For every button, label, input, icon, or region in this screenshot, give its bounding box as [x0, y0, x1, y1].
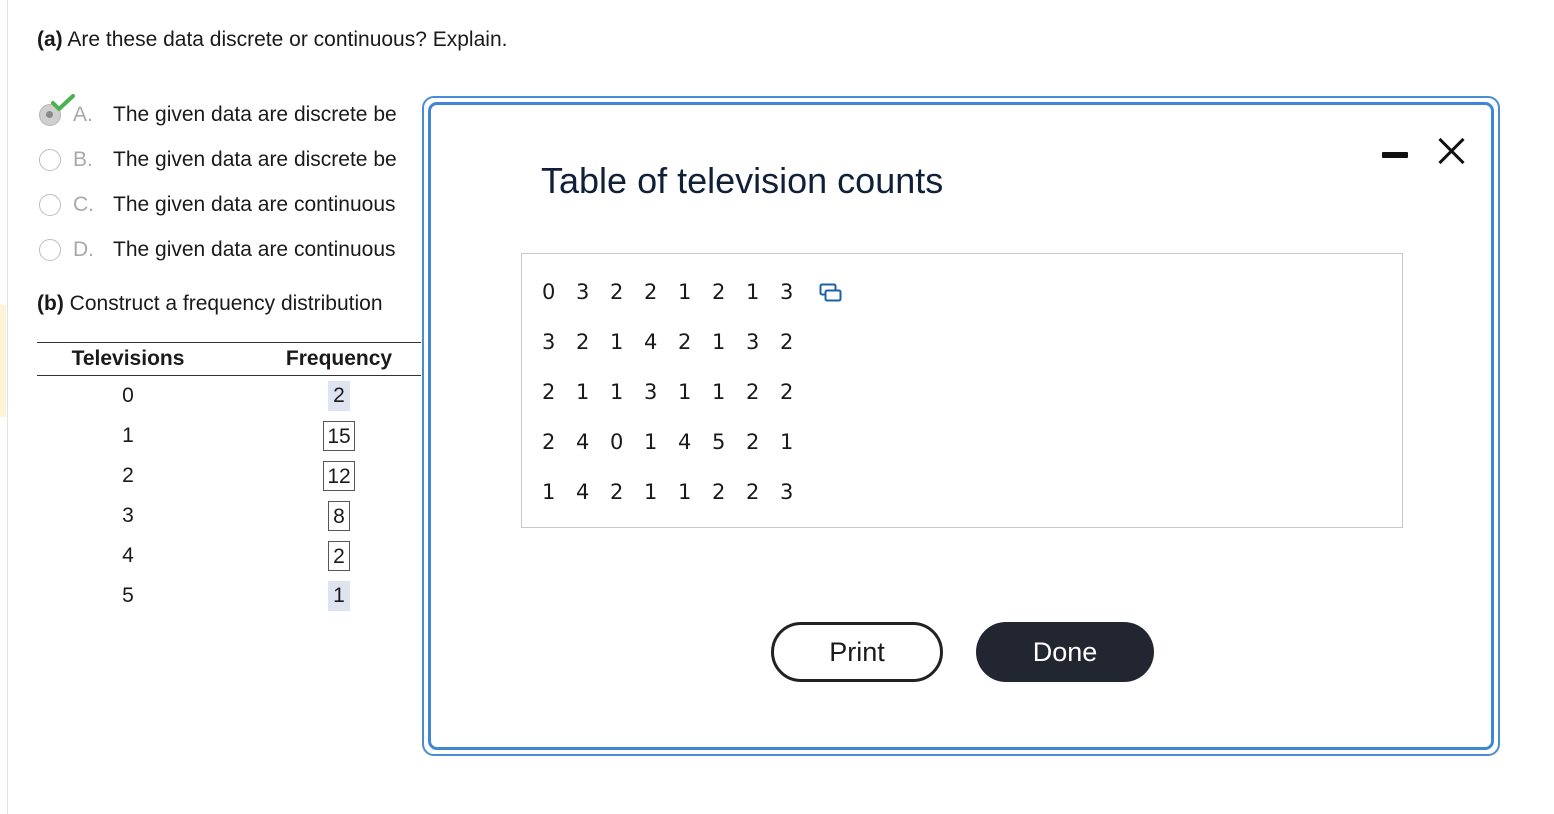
data-value: 2 — [644, 280, 658, 304]
option-b[interactable]: B. The given data are discrete be — [39, 137, 429, 182]
data-value: 0 — [542, 280, 556, 304]
data-value: 2 — [746, 380, 760, 404]
data-table-dialog: Table of television counts 0 3 2 2 1 2 1… — [422, 96, 1500, 756]
data-value: 3 — [780, 280, 794, 304]
correct-check-icon — [51, 94, 75, 111]
data-value: 1 — [712, 330, 726, 354]
table-row: 5 1 — [37, 576, 421, 616]
close-icon[interactable] — [1436, 136, 1466, 166]
data-row: 0 3 2 2 1 2 1 3 — [542, 280, 814, 304]
data-value: 3 — [746, 330, 760, 354]
data-value: 5 — [712, 430, 726, 454]
data-value: 0 — [610, 430, 624, 454]
television-data-box: 0 3 2 2 1 2 1 3 3 2 1 4 2 1 3 2 2 1 1 3 … — [521, 253, 1403, 528]
table-row: 2 12 — [37, 456, 421, 496]
dialog-title: Table of television counts — [541, 160, 944, 201]
frequency-answer[interactable]: 2 — [328, 381, 350, 411]
televisions-cell: 5 — [122, 584, 134, 607]
data-value: 2 — [610, 280, 624, 304]
table-row: 1 15 — [37, 416, 421, 456]
question-a: (a) Are these data discrete or continuou… — [37, 28, 508, 51]
option-letter: C. — [73, 192, 94, 216]
frequency-table: Televisions Frequency 0 2 1 15 2 12 3 8 … — [37, 342, 421, 616]
question-marker — [0, 305, 6, 417]
question-b: (b) Construct a frequency distribution — [37, 292, 383, 315]
data-value: 1 — [678, 480, 692, 504]
table-row: 3 8 — [37, 496, 421, 536]
data-value: 2 — [746, 430, 760, 454]
header-televisions: Televisions — [71, 347, 185, 370]
option-letter: B. — [73, 147, 93, 171]
data-value: 3 — [780, 480, 794, 504]
televisions-cell: 4 — [122, 544, 134, 567]
data-value: 2 — [542, 380, 556, 404]
data-value: 4 — [678, 430, 692, 454]
radio-c[interactable] — [39, 193, 61, 216]
data-row: 1 4 2 1 1 2 2 3 — [542, 480, 814, 504]
answer-options: A. The given data are discrete be B. The… — [39, 92, 429, 272]
televisions-cell: 1 — [122, 424, 134, 447]
option-d[interactable]: D. The given data are continuous — [39, 227, 429, 272]
option-text: The given data are discrete be — [113, 147, 397, 171]
table-row: 0 2 — [37, 376, 421, 416]
televisions-cell: 3 — [122, 504, 134, 527]
frequency-answer[interactable]: 1 — [328, 581, 350, 611]
option-c[interactable]: C. The given data are continuous — [39, 182, 429, 227]
frequency-answer[interactable]: 15 — [323, 421, 355, 451]
header-frequency: Frequency — [285, 347, 393, 370]
done-button[interactable]: Done — [976, 622, 1154, 682]
frequency-answer[interactable]: 12 — [323, 461, 355, 491]
data-value: 1 — [678, 280, 692, 304]
option-a[interactable]: A. The given data are discrete be — [39, 92, 429, 137]
data-value: 3 — [576, 280, 590, 304]
data-value: 1 — [780, 430, 794, 454]
data-row: 2 4 0 1 4 5 2 1 — [542, 430, 814, 454]
data-row: 2 1 1 3 1 1 2 2 — [542, 380, 814, 404]
data-value: 2 — [780, 330, 794, 354]
data-value: 2 — [576, 330, 590, 354]
minimize-icon[interactable] — [1382, 152, 1408, 158]
option-text: The given data are continuous — [113, 237, 396, 261]
data-value: 1 — [678, 380, 692, 404]
data-value: 1 — [576, 380, 590, 404]
data-value: 2 — [610, 480, 624, 504]
data-value: 2 — [542, 430, 556, 454]
option-text: The given data are discrete be — [113, 102, 397, 126]
televisions-cell: 0 — [122, 384, 134, 407]
data-value: 3 — [644, 380, 658, 404]
data-value: 3 — [542, 330, 556, 354]
data-value: 1 — [610, 330, 624, 354]
data-value: 2 — [712, 280, 726, 304]
data-value: 1 — [542, 480, 556, 504]
data-value: 2 — [678, 330, 692, 354]
data-value: 1 — [610, 380, 624, 404]
data-value: 2 — [746, 480, 760, 504]
data-value: 1 — [712, 380, 726, 404]
radio-d[interactable] — [39, 238, 61, 261]
option-letter: A. — [73, 102, 93, 126]
table-header: Televisions Frequency — [37, 342, 421, 376]
print-button[interactable]: Print — [771, 622, 943, 682]
data-value: 1 — [644, 430, 658, 454]
option-letter: D. — [73, 237, 94, 261]
televisions-cell: 2 — [122, 464, 134, 487]
copy-data-icon[interactable] — [819, 283, 843, 303]
radio-b[interactable] — [39, 148, 61, 171]
data-value: 2 — [780, 380, 794, 404]
frequency-answer[interactable]: 2 — [328, 541, 350, 571]
data-row: 3 2 1 4 2 1 3 2 — [542, 330, 814, 354]
left-divider — [7, 0, 8, 814]
data-value: 2 — [712, 480, 726, 504]
frequency-answer[interactable]: 8 — [328, 501, 350, 531]
data-value: 1 — [644, 480, 658, 504]
table-row: 4 2 — [37, 536, 421, 576]
option-text: The given data are continuous — [113, 192, 396, 216]
data-value: 1 — [746, 280, 760, 304]
data-value: 4 — [576, 480, 590, 504]
data-value: 4 — [644, 330, 658, 354]
data-value: 4 — [576, 430, 590, 454]
